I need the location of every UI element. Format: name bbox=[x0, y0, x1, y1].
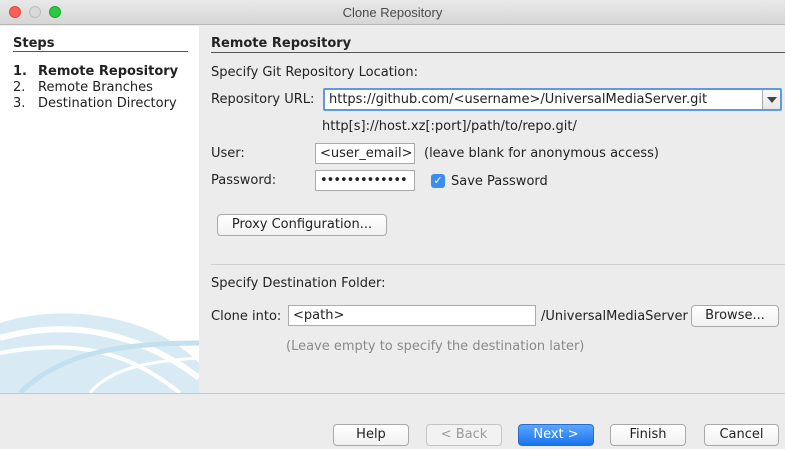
user-label: User: bbox=[211, 146, 245, 161]
finish-button[interactable]: Finish bbox=[610, 424, 686, 446]
user-input[interactable]: <user_email> bbox=[315, 143, 415, 164]
clone-path-suffix: /UniversalMediaServer bbox=[541, 309, 688, 324]
password-label: Password: bbox=[211, 173, 277, 188]
steps-panel: Steps 1. Remote Repository 2. Remote Branc… bbox=[0, 26, 199, 393]
repository-url-combobox[interactable]: https://github.com/<username>/UniversalM… bbox=[323, 88, 782, 111]
proxy-configuration-button[interactable]: Proxy Configuration... bbox=[217, 214, 387, 236]
section-divider bbox=[211, 264, 785, 265]
browse-button[interactable]: Browse... bbox=[691, 305, 779, 327]
repository-url-input[interactable]: https://github.com/<username>/UniversalM… bbox=[329, 92, 707, 107]
step-remote-repository: 1. Remote Repository bbox=[13, 64, 178, 79]
clone-path-input[interactable]: <path> bbox=[288, 305, 536, 326]
next-button[interactable]: Next > bbox=[518, 424, 594, 446]
step-label: Destination Directory bbox=[38, 96, 177, 111]
step-remote-branches: 2. Remote Branches bbox=[13, 80, 153, 95]
steps-divider bbox=[13, 51, 188, 52]
destination-hint: (Leave empty to specify the destination … bbox=[286, 339, 585, 354]
repository-location-label: Specify Git Repository Location: bbox=[211, 65, 418, 80]
step-label: Remote Branches bbox=[38, 80, 153, 95]
step-number: 1. bbox=[13, 64, 27, 79]
title-bar: Clone Repository bbox=[0, 0, 785, 25]
save-password-checkbox[interactable]: ✓ bbox=[431, 174, 445, 188]
user-hint: (leave blank for anonymous access) bbox=[424, 146, 659, 161]
back-button[interactable]: < Back bbox=[426, 424, 502, 446]
step-destination-directory: 3. Destination Directory bbox=[13, 96, 177, 111]
section-divider bbox=[211, 52, 785, 53]
destination-folder-label: Specify Destination Folder: bbox=[211, 276, 386, 291]
repository-url-hint: http[s]://host.xz[:port]/path/to/repo.gi… bbox=[322, 119, 577, 134]
save-password-label: Save Password bbox=[451, 174, 548, 189]
password-input[interactable]: ••••••••••••• bbox=[315, 170, 415, 191]
section-title-remote-repository: Remote Repository bbox=[211, 36, 352, 51]
help-button[interactable]: Help bbox=[333, 424, 409, 446]
checkmark-icon: ✓ bbox=[433, 174, 443, 187]
chevron-down-icon[interactable] bbox=[762, 90, 780, 109]
decorative-swoosh-graphic bbox=[0, 313, 199, 393]
repository-url-label: Repository URL: bbox=[211, 92, 315, 107]
step-label: Remote Repository bbox=[38, 64, 179, 79]
footer-divider bbox=[0, 393, 785, 394]
steps-title: Steps bbox=[13, 36, 55, 51]
cancel-button[interactable]: Cancel bbox=[704, 424, 779, 446]
window-title: Clone Repository bbox=[342, 5, 443, 20]
step-number: 3. bbox=[13, 96, 26, 111]
step-number: 2. bbox=[13, 80, 26, 95]
clone-into-label: Clone into: bbox=[211, 309, 282, 324]
